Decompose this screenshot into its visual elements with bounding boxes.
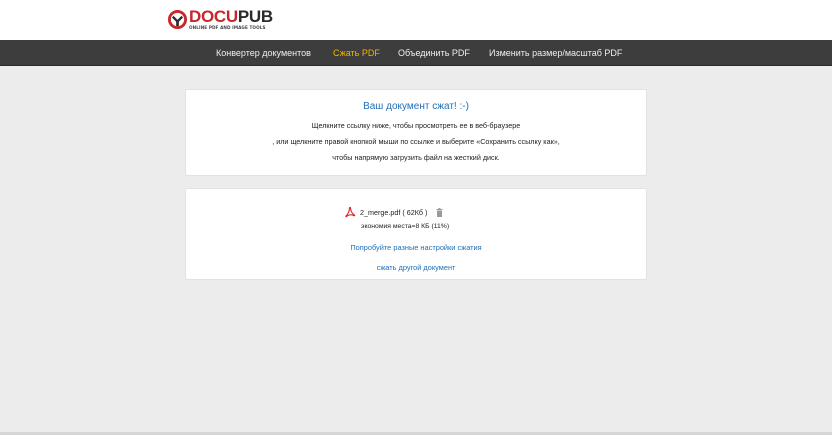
instruction-line-3: чтобы напрямую загрузить файл на жесткий…: [332, 153, 500, 162]
file-row: 2_merge.pdf ( 62Кб ): [344, 206, 443, 218]
result-card: 2_merge.pdf ( 62Кб ) экономия места=8 КБ…: [185, 188, 647, 280]
logo-docu: DOCU: [189, 7, 238, 26]
space-savings: экономия места=8 КБ (11%): [361, 223, 450, 230]
file-name[interactable]: 2_merge.pdf: [360, 208, 400, 217]
logo-tagline: ONLINE PDF AND IMAGE TOOLS: [189, 25, 266, 30]
logo-text: DOCUPUB ONLINE PDF AND IMAGE TOOLS: [189, 7, 273, 30]
logo-wordmark: DOCUPUB: [189, 7, 273, 26]
try-settings-link[interactable]: Попробуйте разные настройки сжатия: [186, 243, 646, 252]
file-size: ( 62Кб ): [402, 207, 428, 217]
site-header: DOCUPUB ONLINE PDF AND IMAGE TOOLS: [0, 0, 832, 40]
docupub-logo-icon: [168, 10, 187, 29]
logo-pub: PUB: [237, 7, 273, 26]
nav-item-merge-pdf[interactable]: Объединить PDF: [398, 40, 470, 66]
success-title: Ваш документ сжат! :-): [363, 101, 469, 112]
file-link[interactable]: 2_merge.pdf ( 62Кб ): [360, 208, 427, 217]
nav-item-resize-pdf[interactable]: Изменить размер/масштаб PDF: [489, 40, 622, 66]
nav-item-document-converter[interactable]: Конвертер документов: [216, 40, 311, 66]
compress-another-link[interactable]: сжать другой документ: [186, 263, 646, 272]
pdf-icon[interactable]: [344, 206, 356, 218]
docupub-logo[interactable]: DOCUPUB ONLINE PDF AND IMAGE TOOLS: [168, 7, 273, 33]
instruction-line-1: Щелкните ссылку ниже, чтобы просмотреть …: [311, 121, 521, 130]
instruction-line-2: , или щелкните правой кнопкой мыши по сс…: [272, 137, 560, 146]
message-card: Ваш документ сжат! :-) Щелкните ссылку н…: [185, 89, 647, 176]
main-nav: Конвертер документов Сжать PDF Объединит…: [0, 40, 832, 66]
trash-icon[interactable]: [436, 207, 443, 217]
nav-item-compress-pdf[interactable]: Сжать PDF: [333, 40, 380, 66]
